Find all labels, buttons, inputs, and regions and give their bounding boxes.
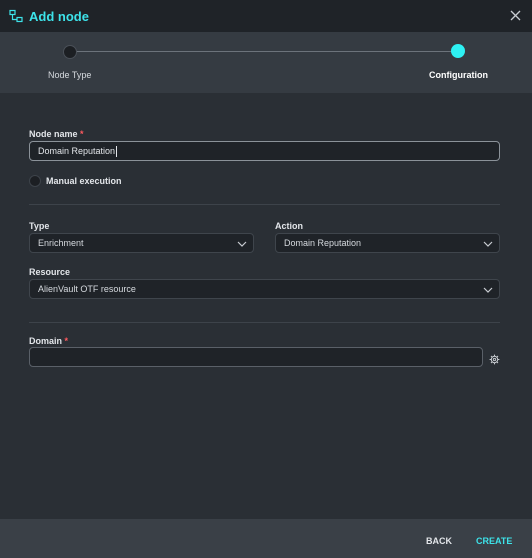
- action-label: Action: [275, 221, 303, 231]
- manual-execution-toggle[interactable]: [29, 175, 41, 187]
- dialog-footer: [0, 519, 532, 558]
- step-configuration-label: Configuration: [429, 70, 488, 80]
- required-mark: *: [80, 129, 84, 139]
- domain-label-text: Domain: [29, 336, 63, 346]
- type-value: Enrichment: [38, 238, 84, 248]
- step-configuration-dot[interactable]: [451, 44, 465, 58]
- node-name-label-text: Node name: [29, 129, 78, 139]
- dialog-title: Add node: [29, 8, 89, 24]
- back-button[interactable]: BACK: [426, 536, 452, 546]
- node-name-input[interactable]: Domain Reputation: [29, 141, 500, 161]
- chevron-down-icon: [237, 239, 247, 249]
- action-value: Domain Reputation: [284, 238, 362, 248]
- resource-select[interactable]: AlienVault OTF resource: [29, 279, 500, 299]
- create-button[interactable]: CREATE: [476, 536, 512, 546]
- type-select[interactable]: Enrichment: [29, 233, 254, 253]
- node-graph-icon: [9, 9, 23, 23]
- divider: [29, 204, 500, 205]
- required-mark: *: [64, 336, 69, 346]
- stepper-track: [70, 51, 458, 52]
- gear-icon[interactable]: [489, 352, 500, 365]
- step-node-type-label: Node Type: [48, 70, 92, 80]
- domain-input[interactable]: [29, 347, 483, 367]
- node-name-label: Node name *: [29, 129, 84, 139]
- resource-value: AlienVault OTF resource: [38, 284, 136, 294]
- dialog-header: Add node: [0, 0, 532, 32]
- chevron-down-icon: [483, 239, 493, 249]
- close-icon[interactable]: [508, 8, 522, 22]
- action-select[interactable]: Domain Reputation: [275, 233, 500, 253]
- node-name-value: Domain Reputation: [38, 146, 116, 156]
- manual-execution-label: Manual execution: [46, 176, 122, 186]
- type-label: Type: [29, 221, 50, 231]
- divider: [29, 322, 500, 323]
- domain-label: Domain *: [29, 336, 68, 346]
- resource-label: Resource: [29, 267, 71, 277]
- chevron-down-icon: [483, 285, 493, 295]
- text-caret: [116, 145, 118, 157]
- stepper: [0, 32, 532, 93]
- step-node-type-dot[interactable]: [63, 45, 77, 59]
